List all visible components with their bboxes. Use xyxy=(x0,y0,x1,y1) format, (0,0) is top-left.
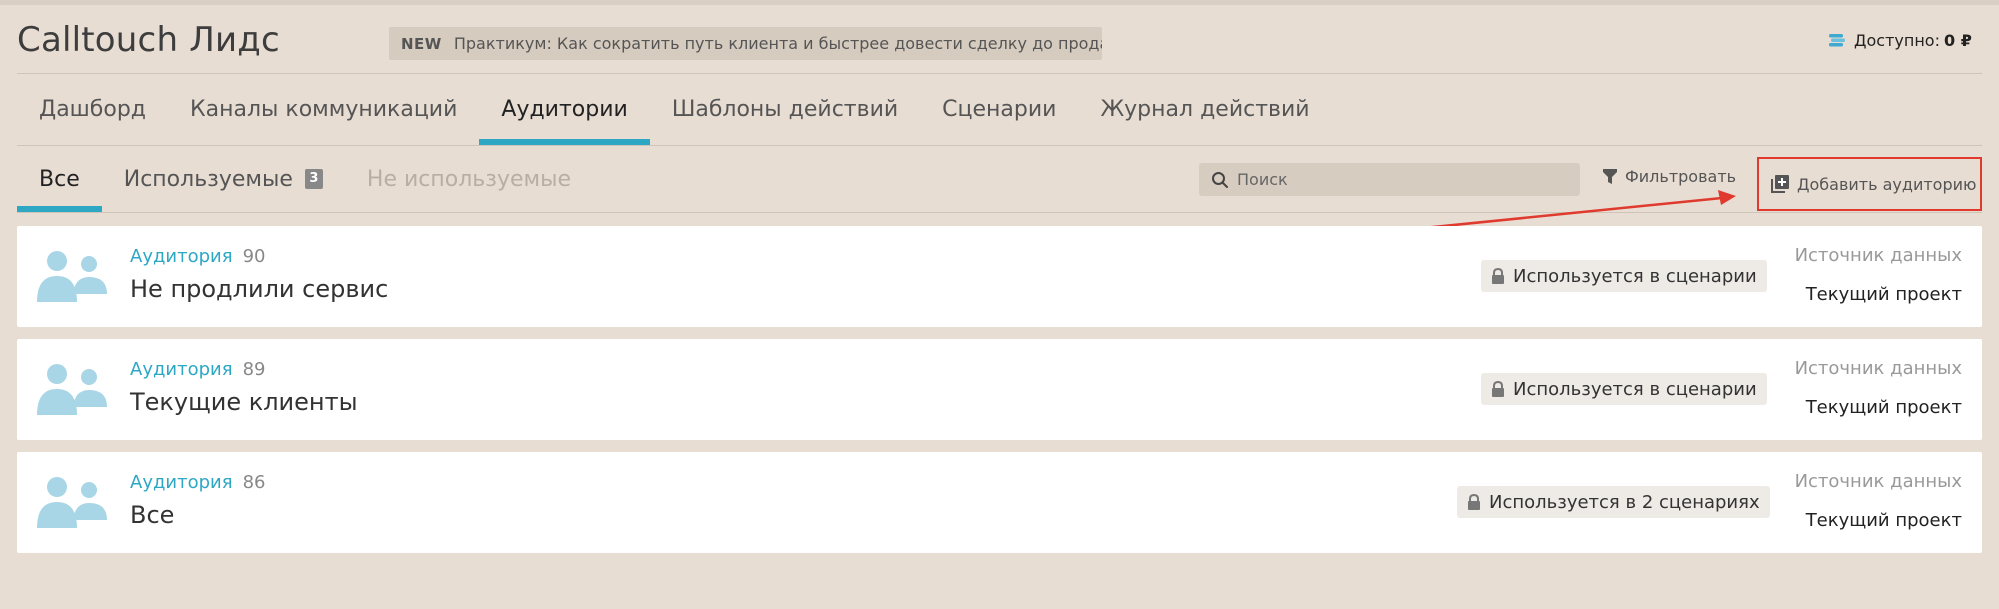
lock-icon xyxy=(1468,494,1480,510)
audience-name[interactable]: Не продлили сервис xyxy=(130,275,388,303)
promo-new-badge: NEW xyxy=(401,34,442,53)
audience-icon xyxy=(37,251,107,302)
promo-banner[interactable]: NEW Практикум: Как сократить путь клиент… xyxy=(389,27,1102,60)
audience-card[interactable]: Аудитория 86 Все Используется в 2 сценари… xyxy=(17,452,1982,553)
main-tabs: Дашборд Каналы коммуникаций Аудитории Ша… xyxy=(17,74,1332,145)
usage-text: Используется в сценарии xyxy=(1513,378,1757,400)
audience-card[interactable]: Аудитория 90 Не продлили сервис Используе… xyxy=(17,226,1982,327)
lock-icon xyxy=(1492,268,1504,284)
used-count-badge: 3 xyxy=(304,169,323,189)
subtab-unused[interactable]: Не используемые xyxy=(345,146,593,212)
audience-number: 86 xyxy=(242,472,266,493)
subtab-unused-label: Не используемые xyxy=(366,166,572,192)
usage-text: Используется в 2 сценариях xyxy=(1489,491,1760,513)
search-icon xyxy=(1212,171,1228,188)
audience-name[interactable]: Текущие клиенты xyxy=(130,388,358,416)
source-value: Текущий проект xyxy=(1805,510,1962,531)
balance-value: 0 ₽ xyxy=(1943,31,1972,50)
audience-card[interactable]: Аудитория 89 Текущие клиенты Используется… xyxy=(17,339,1982,440)
audience-name[interactable]: Все xyxy=(130,501,174,529)
source-label: Источник данных xyxy=(1794,358,1962,379)
source-label: Источник данных xyxy=(1794,471,1962,492)
usage-badge: Используется в 2 сценариях xyxy=(1457,486,1770,518)
balance-label: Доступно: xyxy=(1854,31,1940,50)
sub-tabs: Все Используемые 3 Не используемые xyxy=(17,146,593,212)
audience-kind: Аудитория 89 xyxy=(130,359,265,380)
filter-label: Фильтровать xyxy=(1625,167,1737,186)
tab-scenarios[interactable]: Сценарии xyxy=(920,74,1078,145)
app-title: Calltouch Лидс xyxy=(17,20,280,60)
tab-dashboard[interactable]: Дашборд xyxy=(17,74,168,145)
add-audience-button[interactable]: Добавить аудиторию xyxy=(1757,157,1982,211)
audience-kind-label: Аудитория xyxy=(130,472,233,493)
add-audience-label: Добавить аудиторию xyxy=(1797,174,1977,194)
source-label: Источник данных xyxy=(1794,245,1962,266)
subtab-used[interactable]: Используемые 3 xyxy=(102,146,345,212)
lock-icon xyxy=(1492,381,1504,397)
filter-icon xyxy=(1603,168,1617,184)
tab-channels[interactable]: Каналы коммуникаций xyxy=(168,74,479,145)
subtab-all-label: Все xyxy=(39,166,80,192)
search-box[interactable] xyxy=(1199,163,1580,196)
audience-icon xyxy=(37,477,107,528)
usage-badge: Используется в сценарии xyxy=(1481,373,1767,405)
coins-icon xyxy=(1829,33,1845,46)
tab-audiences[interactable]: Аудитории xyxy=(479,74,651,145)
audience-icon xyxy=(37,364,107,415)
filter-button[interactable]: Фильтровать xyxy=(1603,167,1736,186)
add-to-library-icon xyxy=(1771,175,1789,193)
source-value: Текущий проект xyxy=(1805,397,1962,418)
search-input[interactable] xyxy=(1237,170,1557,189)
divider xyxy=(17,212,1982,213)
tab-action-templates[interactable]: Шаблоны действий xyxy=(650,74,920,145)
audience-kind: Аудитория 86 xyxy=(130,472,265,493)
subtab-all[interactable]: Все xyxy=(17,146,102,212)
balance: Доступно: 0 ₽ xyxy=(1828,31,1972,50)
subtab-used-label: Используемые xyxy=(123,166,293,192)
usage-badge: Используется в сценарии xyxy=(1481,260,1767,292)
audience-number: 89 xyxy=(242,359,266,380)
audience-number: 90 xyxy=(242,246,266,267)
top-strip xyxy=(0,0,1999,5)
usage-text: Используется в сценарии xyxy=(1513,265,1757,287)
source-value: Текущий проект xyxy=(1805,284,1962,305)
audience-kind-label: Аудитория xyxy=(130,246,233,267)
audience-kind-label: Аудитория xyxy=(130,359,233,380)
audience-kind: Аудитория 90 xyxy=(130,246,265,267)
promo-text[interactable]: Практикум: Как сократить путь клиента и … xyxy=(454,34,1102,53)
tab-action-log[interactable]: Журнал действий xyxy=(1078,74,1331,145)
